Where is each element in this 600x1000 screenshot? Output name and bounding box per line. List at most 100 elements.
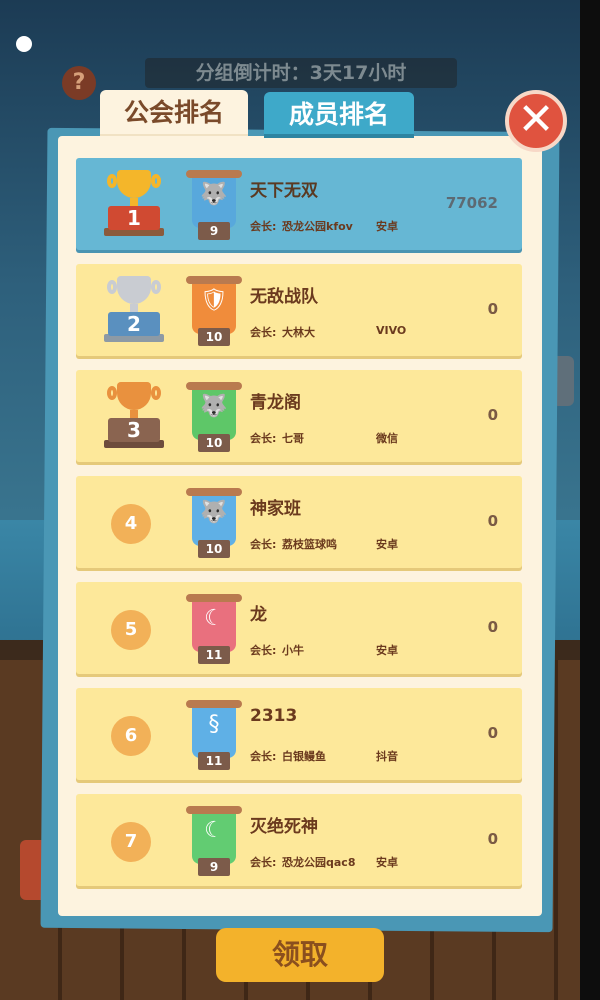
guild-ranking-list: 1 🐺 9 天下无双 会长: 恐龙公园kfov 安卓 77062 2 🛡 10	[76, 158, 522, 900]
guild-score: 0	[487, 618, 498, 636]
trophy-handle	[107, 386, 117, 400]
leader-name: 恐龙公园qac8	[282, 856, 356, 869]
claim-button[interactable]: 领取	[216, 928, 384, 982]
rank-number: 5	[111, 610, 151, 650]
banner-rod	[186, 382, 242, 390]
moon-icon: ☾	[204, 606, 224, 631]
trophy-handle	[151, 386, 161, 400]
leader-name: 小牛	[282, 644, 304, 657]
guild-emblem: 🐺 10	[186, 486, 242, 562]
rank-number: 4	[111, 504, 151, 544]
tab-guild-ranking[interactable]: 公会排名	[100, 90, 248, 136]
banner-rod	[186, 594, 242, 602]
leader-label: 会长:	[250, 856, 277, 869]
moon-icon: ☾	[204, 818, 224, 843]
guild-emblem: 🛡 10	[186, 274, 242, 350]
leader-label: 会长:	[250, 750, 277, 763]
wolf-icon: 🐺	[200, 500, 228, 525]
guild-level: 9	[198, 858, 230, 876]
rank-number: 7	[111, 822, 151, 862]
leader-label: 会长:	[250, 644, 277, 657]
shield-icon: 🛡	[200, 288, 228, 313]
tab-member-ranking[interactable]: 成员排名	[264, 92, 414, 138]
guild-emblem: ☾ 11	[186, 592, 242, 668]
wolf-icon: 🐺	[200, 394, 228, 419]
guild-name: 龙	[250, 605, 267, 625]
guild-emblem: 🐺 9	[186, 168, 242, 244]
bronze-trophy-icon: 3	[104, 382, 164, 450]
rank-number: 6	[111, 716, 151, 756]
platform: 安卓	[376, 856, 398, 869]
guild-name: 灭绝死神	[250, 817, 318, 837]
trophy-stem	[130, 304, 138, 312]
gold-trophy-icon: 1	[104, 170, 164, 238]
guild-score: 77062	[445, 194, 498, 212]
guild-name: 2313	[250, 706, 298, 726]
platform: VIVO	[376, 324, 407, 337]
trophy-handle	[151, 174, 161, 188]
guild-name: 天下无双	[250, 181, 318, 201]
guild-score: 0	[487, 300, 498, 318]
trophy-stem	[130, 198, 138, 206]
silver-trophy-icon: 2	[104, 276, 164, 344]
guild-name: 青龙阁	[250, 393, 301, 413]
help-icon[interactable]: ?	[62, 66, 96, 100]
guild-score: 0	[487, 512, 498, 530]
right-edge-bar	[580, 0, 600, 1000]
platform: 微信	[376, 432, 398, 445]
status-dot	[16, 36, 32, 52]
leader-label: 会长:	[250, 326, 277, 339]
guild-row[interactable]: 7 ☾ 9 灭绝死神 会长: 恐龙公园qac8 安卓 0	[76, 794, 522, 886]
leader-name: 荔枝篮球鸣	[282, 538, 337, 551]
leader-label: 会长:	[250, 538, 277, 551]
trophy-cup	[117, 276, 151, 304]
guild-emblem: § 11	[186, 698, 242, 774]
guild-level: 10	[198, 540, 230, 558]
leader-name: 七哥	[282, 432, 304, 445]
guild-level: 11	[198, 752, 230, 770]
trophy-cup	[117, 382, 151, 410]
banner-rod	[186, 700, 242, 708]
guild-level: 11	[198, 646, 230, 664]
guild-row[interactable]: 3 🐺 10 青龙阁 会长: 七哥 微信 0	[76, 370, 522, 462]
trophy-cup	[117, 170, 151, 198]
platform: 安卓	[376, 220, 398, 233]
guild-row[interactable]: 1 🐺 9 天下无双 会长: 恐龙公园kfov 安卓 77062	[76, 158, 522, 250]
banner-rod	[186, 170, 242, 178]
rank-number: 1	[108, 206, 160, 230]
leader-label: 会长:	[250, 432, 277, 445]
guild-score: 0	[487, 406, 498, 424]
guild-level: 10	[198, 434, 230, 452]
guild-name: 神家班	[250, 499, 301, 519]
leader-name: 大林大	[282, 326, 315, 339]
leader-name: 恐龙公园kfov	[282, 220, 353, 233]
guild-emblem: 🐺 10	[186, 380, 242, 456]
banner-rod	[186, 806, 242, 814]
platform: 抖音	[376, 750, 398, 763]
wolf-icon: 🐺	[200, 182, 228, 207]
banner-rod	[186, 276, 242, 284]
rank-number: 3	[108, 418, 160, 442]
guild-row[interactable]: 2 🛡 10 无敌战队 会长: 大林大 VIVO 0	[76, 264, 522, 356]
platform: 安卓	[376, 644, 398, 657]
guild-level: 9	[198, 222, 230, 240]
banner-rod	[186, 488, 242, 496]
guild-level: 10	[198, 328, 230, 346]
guild-name: 无敌战队	[250, 287, 318, 307]
platform: 安卓	[376, 538, 398, 551]
trophy-handle	[151, 280, 161, 294]
rank-number: 2	[108, 312, 160, 336]
leader-name: 白银鳗鱼	[282, 750, 326, 763]
guild-score: 0	[487, 724, 498, 742]
trophy-handle	[107, 280, 117, 294]
guild-row[interactable]: 5 ☾ 11 龙 会长: 小牛 安卓 0	[76, 582, 522, 674]
guild-score: 0	[487, 830, 498, 848]
group-countdown: 分组倒计时：3天17小时	[145, 58, 457, 88]
close-icon[interactable]: ✕	[505, 90, 567, 152]
trophy-handle	[107, 174, 117, 188]
trophy-stem	[130, 410, 138, 418]
guild-row[interactable]: 6 § 11 2313 会长: 白银鳗鱼 抖音 0	[76, 688, 522, 780]
guild-row[interactable]: 4 🐺 10 神家班 会长: 荔枝篮球鸣 安卓 0	[76, 476, 522, 568]
guild-emblem: ☾ 9	[186, 804, 242, 880]
seahorse-icon: §	[208, 712, 220, 737]
